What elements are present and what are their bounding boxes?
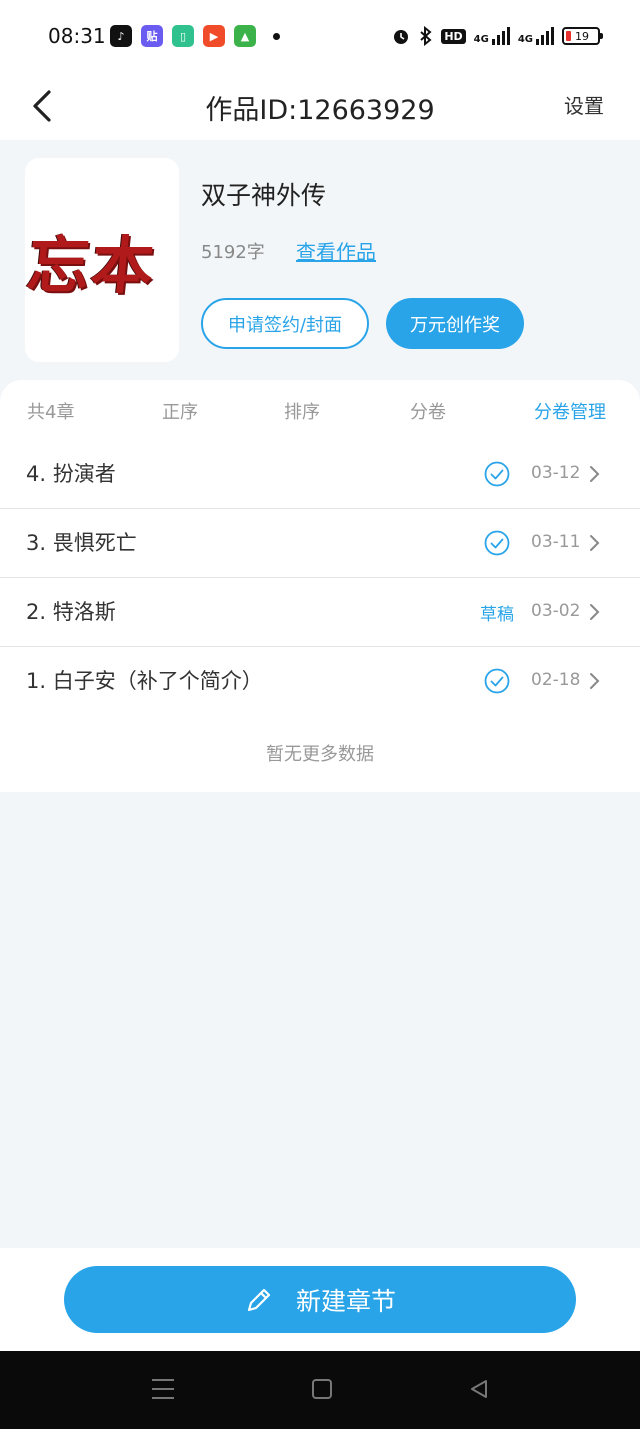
new-chapter-label: 新建章节 — [295, 1286, 396, 1316]
chapter-count: 共4章 — [27, 402, 75, 423]
published-check-icon — [484, 461, 510, 487]
chapter-title: 2. 特洛斯 — [26, 600, 116, 624]
notification-dot-icon — [273, 32, 280, 40]
list-toolbar: 共4章 正序 排序 分卷 分卷管理 — [0, 380, 640, 440]
chevron-right-icon — [590, 466, 600, 482]
draft-badge: 草稿 — [480, 605, 514, 625]
chevron-right-icon — [590, 604, 600, 620]
hd-icon: HD — [441, 28, 466, 44]
creation-award-button[interactable]: 万元创作奖 — [386, 298, 524, 349]
chapter-title: 3. 畏惧死亡 — [26, 531, 137, 555]
apply-contract-button[interactable]: 申请签约/封面 — [201, 298, 369, 349]
battery-icon: 19 — [562, 27, 603, 45]
chapter-list-card: 共4章 正序 排序 分卷 分卷管理 4. 扮演者 03-12 3. 畏惧死亡 0… — [0, 380, 640, 792]
chapter-date: 02-18 — [531, 670, 581, 690]
book-cover[interactable]: 忘本 — [25, 158, 179, 362]
no-more-data-text: 暂无更多数据 — [266, 744, 374, 765]
chapter-row[interactable]: 3. 畏惧死亡 03-11 — [0, 509, 640, 578]
word-count: 5192字 — [201, 242, 265, 263]
alarm-icon — [394, 30, 409, 44]
view-works-link[interactable]: 查看作品 — [296, 236, 376, 265]
volume-manage-button[interactable]: 分卷管理 — [534, 398, 606, 424]
chevron-right-icon — [590, 535, 600, 551]
published-check-icon — [484, 530, 510, 556]
home-icon[interactable] — [312, 1379, 332, 1399]
order-button[interactable]: 正序 — [162, 398, 198, 424]
chevron-right-icon — [590, 673, 600, 689]
book-title: 双子神外传 — [201, 181, 327, 210]
chapter-date: 03-12 — [531, 463, 581, 483]
status-bar: 08:31 ♪ 贴 ▯ ▶ ▲ HD 4G 4G 19 — [0, 0, 640, 72]
signal-2-icon: 4G — [518, 27, 554, 45]
system-back-icon[interactable] — [468, 1378, 490, 1400]
status-indicators: HD 4G 4G 19 — [391, 26, 603, 46]
published-check-icon — [484, 668, 510, 694]
chapter-date: 03-02 — [531, 601, 581, 621]
battery-app-icon: ▯ — [172, 25, 194, 47]
system-nav-bar — [0, 1351, 640, 1429]
chapter-row[interactable]: 2. 特洛斯 草稿 03-02 — [0, 578, 640, 647]
nav-bar: 作品ID:12663929 设置 — [0, 72, 640, 140]
signal-1-icon: 4G — [474, 27, 510, 45]
volume-button[interactable]: 分卷 — [410, 398, 446, 424]
sort-button[interactable]: 排序 — [284, 398, 320, 424]
book-header: 忘本 双子神外传 5192字 查看作品 申请签约/封面 万元创作奖 — [0, 140, 640, 400]
status-time: 08:31 — [48, 24, 106, 48]
page-title: 作品ID:12663929 — [205, 95, 435, 126]
cover-title-art: 忘本 — [25, 229, 160, 302]
bottom-action-bar: 新建章节 — [0, 1248, 640, 1351]
game-app-icon: ▲ — [234, 25, 256, 47]
chapter-title: 1. 白子安（补了个简介） — [26, 669, 263, 693]
chapter-row[interactable]: 1. 白子安（补了个简介） 02-18 — [0, 647, 640, 716]
settings-button[interactable]: 设置 — [564, 90, 604, 119]
chapter-date: 03-11 — [531, 532, 581, 552]
chapter-title: 4. 扮演者 — [26, 462, 116, 486]
status-app-icons: ♪ 贴 ▯ ▶ ▲ — [110, 25, 280, 47]
pencil-icon — [247, 1288, 271, 1311]
tieba-icon: 贴 — [141, 25, 163, 47]
recent-apps-icon[interactable] — [152, 1379, 174, 1399]
tiktok-icon: ♪ — [110, 25, 132, 47]
bluetooth-icon — [420, 26, 432, 46]
new-chapter-button[interactable]: 新建章节 — [64, 1266, 576, 1333]
video-app-icon: ▶ — [203, 25, 225, 47]
chapter-row[interactable]: 4. 扮演者 03-12 — [0, 440, 640, 509]
